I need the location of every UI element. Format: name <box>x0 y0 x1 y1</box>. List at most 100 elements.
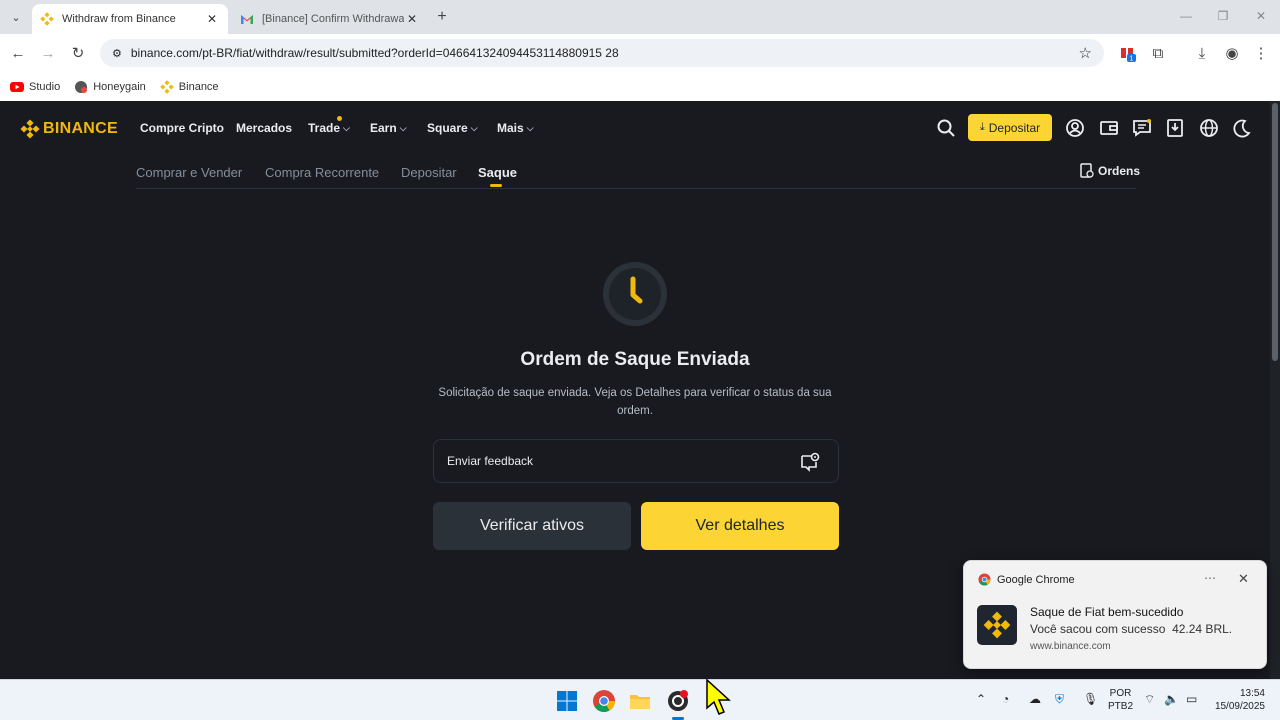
top-nav: BINANCE Compre Cripto Mercados Trade ⌵ Ea… <box>0 101 1270 155</box>
nav-mercados[interactable]: Mercados <box>236 121 292 135</box>
bookmark-studio[interactable]: Studio <box>10 80 60 94</box>
subnav-comprar-vender[interactable]: Comprar e Vender <box>136 165 242 180</box>
notification-source: www.binance.com <box>1030 641 1111 652</box>
cloud-icon[interactable]: ☁ <box>1029 692 1041 706</box>
volume-icon[interactable]: 🔈 <box>1164 692 1179 706</box>
site-info-icon[interactable]: ⚙ <box>112 47 122 60</box>
view-details-button[interactable]: Ver detalhes <box>641 502 839 550</box>
subnav-compra-recorrente[interactable]: Compra Recorrente <box>265 165 379 180</box>
file-explorer-icon[interactable] <box>628 689 652 713</box>
more-options-icon[interactable]: ⋯ <box>1204 571 1216 585</box>
extensions-puzzle-icon[interactable]: ⧉ <box>1148 43 1168 63</box>
user-icon[interactable] <box>1065 118 1085 138</box>
wifi-icon[interactable]: ⌔ <box>1144 692 1155 707</box>
obs-studio-icon[interactable] <box>666 689 690 713</box>
windows-taskbar: ⌃ ◔ ☁ ⛨ 🎙 POR PTB2 ⌔ 🔈 ▭ 13:54 15/09/202… <box>0 679 1280 720</box>
chevron-down-icon: ⌵ <box>470 122 478 133</box>
new-indicator-dot <box>337 116 342 121</box>
subnav-depositar[interactable]: Depositar <box>401 165 457 180</box>
subnav-saque[interactable]: Saque <box>478 165 517 180</box>
gmail-favicon-icon <box>241 15 253 24</box>
bookmarks-bar: Studio Honeygain Binance <box>0 72 1280 101</box>
nav-square[interactable]: Square ⌵ <box>427 121 478 135</box>
nav-trade[interactable]: Trade ⌵ <box>308 121 350 135</box>
scrollbar-thumb[interactable] <box>1272 103 1278 361</box>
microphone-icon[interactable]: 🎙 <box>1083 692 1098 706</box>
chevron-down-icon: ⌵ <box>526 122 534 133</box>
url-text: binance.com/pt-BR/fiat/withdraw/result/s… <box>130 46 619 60</box>
nav-mais[interactable]: Mais ⌵ <box>497 121 534 135</box>
page-scrollbar[interactable] <box>1270 101 1280 679</box>
feedback-label: Enviar feedback <box>447 454 534 468</box>
chevron-down-icon: ⌵ <box>399 122 407 133</box>
close-notification-icon[interactable]: ✕ <box>1238 571 1249 587</box>
back-icon[interactable]: ← <box>8 43 28 63</box>
tab-withdraw-binance[interactable]: Withdraw from Binance ✕ <box>32 4 228 34</box>
app-download-icon[interactable] <box>1165 118 1185 138</box>
wallet-icon[interactable] <box>1099 118 1119 138</box>
pending-clock-icon <box>603 262 667 326</box>
new-tab-icon[interactable]: + <box>432 7 452 27</box>
tab-search-chevron-icon[interactable]: ⌄ <box>6 7 26 27</box>
show-hidden-icons-chevron-icon[interactable]: ⌃ <box>976 692 986 706</box>
deposit-label: Depositar <box>988 120 1041 135</box>
feedback-box[interactable]: Enviar feedback <box>433 439 839 483</box>
notification-body: Você sacou com sucesso 42.24 BRL. <box>1030 622 1233 636</box>
tab-confirm-withdrawal[interactable]: [Binance] Confirm Withdrawal/ ✕ <box>232 4 428 34</box>
browser-toolbar: ← → ↻ ⚙ binance.com/pt-BR/fiat/withdraw/… <box>0 34 1280 72</box>
search-icon[interactable] <box>936 118 956 138</box>
forward-icon[interactable]: → <box>38 43 58 63</box>
downloads-icon[interactable]: ⤓ <box>1192 43 1212 63</box>
deposit-button[interactable]: ⤓ Depositar <box>968 114 1052 141</box>
globe-icon[interactable] <box>1199 118 1219 138</box>
notification-title: Saque de Fiat bem-sucedido <box>1030 605 1184 619</box>
close-window-icon[interactable]: ✕ <box>1251 6 1271 26</box>
system-clock[interactable]: 13:54 15/09/2025 <box>1208 687 1265 713</box>
orders-label: Ordens <box>1098 164 1141 178</box>
binance-favicon-icon <box>40 12 54 26</box>
bookmark-binance[interactable]: Binance <box>160 79 219 94</box>
extension-gift-icon[interactable]: 1 <box>1118 43 1138 63</box>
clock-time: 13:54 <box>1239 688 1265 699</box>
notification-app-name: Google Chrome <box>997 573 1075 586</box>
sub-navigation: Comprar e Vender Compra Recorrente Depos… <box>136 163 1136 189</box>
chrome-notification[interactable]: Google Chrome ⋯ ✕ Saque de Fiat bem-suce… <box>963 560 1267 669</box>
minimize-icon[interactable]: — <box>1176 6 1196 26</box>
close-tab-icon[interactable]: ✕ <box>204 12 220 26</box>
keyboard-layout: PTB2 <box>1108 701 1134 712</box>
chrome-icon <box>978 573 991 586</box>
language-indicator[interactable]: POR PTB2 <box>1108 687 1133 713</box>
binance-logo[interactable]: BINANCE <box>20 119 118 139</box>
youtube-icon <box>10 81 24 92</box>
bookmark-star-icon[interactable]: ☆ <box>1079 44 1092 62</box>
bookmark-label: Honeygain <box>93 80 146 93</box>
clock-date: 15/09/2025 <box>1214 701 1265 712</box>
messages-icon[interactable] <box>1132 118 1152 138</box>
bookmark-label: Studio <box>29 80 61 93</box>
nav-compre-cripto[interactable]: Compre Cripto <box>140 121 224 135</box>
battery-icon[interactable]: ▭ <box>1186 692 1197 706</box>
nav-earn[interactable]: Earn ⌵ <box>370 121 407 135</box>
tab-bar: ⌄ Withdraw from Binance ✕ [Binance] Conf… <box>0 0 1280 34</box>
binance-icon <box>983 611 1011 639</box>
restore-icon[interactable]: ❐ <box>1213 6 1233 26</box>
reload-icon[interactable]: ↻ <box>68 43 88 63</box>
windows-start-icon[interactable] <box>555 689 579 713</box>
chrome-taskbar-icon[interactable] <box>592 689 616 713</box>
honeygain-icon <box>75 80 88 93</box>
bookmark-honeygain[interactable]: Honeygain <box>74 80 146 94</box>
defender-shield-icon[interactable]: ⛨ <box>1055 692 1064 707</box>
menu-icon[interactable]: ⋮ <box>1251 43 1271 63</box>
verify-assets-button[interactable]: Verificar ativos <box>433 502 631 550</box>
close-tab-icon[interactable]: ✕ <box>404 12 420 26</box>
dark-mode-moon-icon[interactable] <box>1232 118 1252 138</box>
orders-icon <box>1080 163 1094 178</box>
orders-link[interactable]: Ordens <box>1080 163 1140 179</box>
address-bar[interactable]: ⚙ binance.com/pt-BR/fiat/withdraw/result… <box>100 39 1104 67</box>
honeygain-tray-icon[interactable]: ◔ <box>1002 692 1009 706</box>
logo-text: BINANCE <box>43 120 118 137</box>
binance-icon <box>160 79 174 94</box>
profile-icon[interactable]: ◉ <box>1222 43 1242 63</box>
feedback-icon <box>801 452 820 472</box>
bookmark-label: Binance <box>178 80 219 93</box>
